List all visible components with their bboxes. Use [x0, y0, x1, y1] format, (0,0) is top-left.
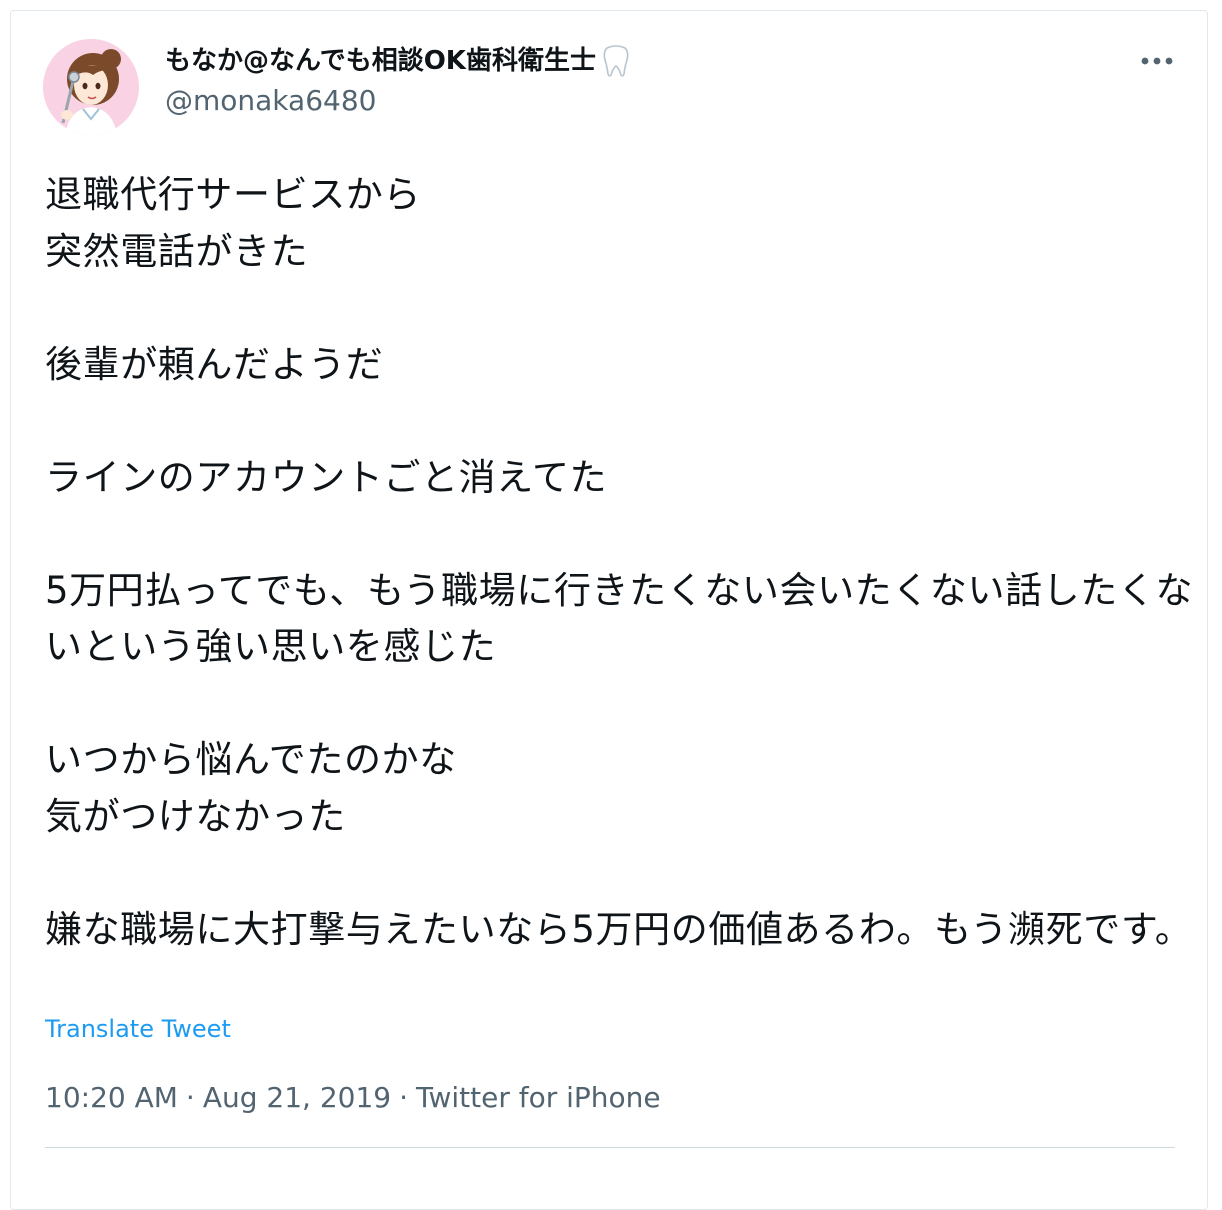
- tweet-metadata: 10:20 AM · Aug 21, 2019 · Twitter for iP…: [45, 1079, 661, 1117]
- tweet-card: もなか@なんでも相談OK歯科衛生士 @monaka6480 退職代行サービスから…: [10, 10, 1208, 1210]
- tweet-time[interactable]: 10:20 AM: [45, 1079, 178, 1117]
- tooth-icon: [602, 44, 630, 78]
- more-dots-icon: [1141, 57, 1173, 65]
- avatar-illustration: [43, 39, 139, 135]
- more-options-button[interactable]: [1135, 47, 1179, 75]
- author-name-row[interactable]: もなか@なんでも相談OK歯科衛生士: [165, 43, 630, 79]
- tweet-text: 退職代行サービスから 突然電話がきた 後輩が頼んだようだ ラインのアカウントごと…: [45, 173, 1194, 951]
- tweet-date[interactable]: Aug 21, 2019: [203, 1079, 391, 1117]
- tweet-source[interactable]: Twitter for iPhone: [416, 1079, 661, 1117]
- author-display-name[interactable]: もなか@なんでも相談OK歯科衛生士: [165, 43, 596, 79]
- author-handle[interactable]: @monaka6480: [165, 83, 376, 119]
- translate-tweet-link[interactable]: Translate Tweet: [45, 1012, 231, 1046]
- meta-separator: ·: [185, 1081, 195, 1114]
- divider: [45, 1147, 1175, 1148]
- avatar[interactable]: [43, 39, 139, 135]
- meta-separator: ·: [399, 1081, 408, 1114]
